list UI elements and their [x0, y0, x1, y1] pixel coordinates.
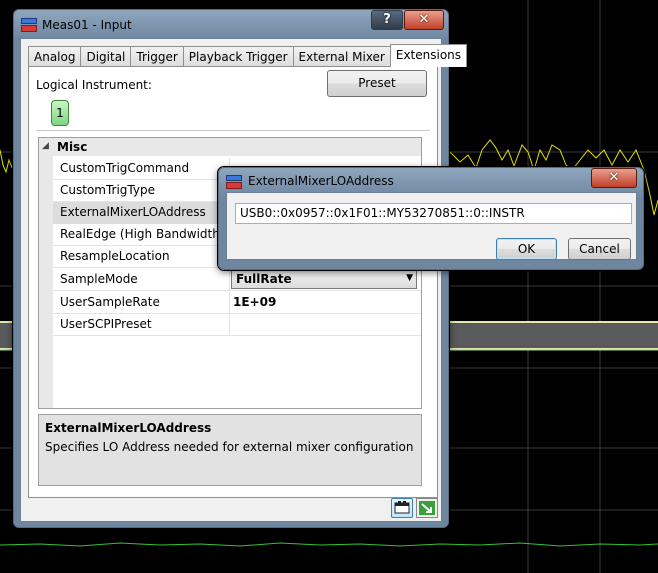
collapse-triangle-icon[interactable]: ◢	[42, 141, 49, 151]
logical-instrument-label: Logical Instrument:	[36, 78, 152, 92]
logical-instrument-badge[interactable]: 1	[51, 100, 69, 126]
samplemode-dropdown[interactable]: FullRate ▼	[231, 270, 417, 289]
popup-app-icon	[226, 175, 242, 189]
category-misc[interactable]: ◢ Misc	[39, 138, 421, 156]
tab-extensions[interactable]: Extensions	[389, 44, 468, 67]
tab-playback-trigger[interactable]: Playback Trigger	[182, 46, 294, 67]
tab-trigger[interactable]: Trigger	[130, 46, 184, 67]
property-row-samplemode[interactable]: SampleMode FullRate ▼	[53, 269, 421, 291]
separator	[36, 130, 430, 131]
popup-title: ExternalMixerLOAddress	[248, 174, 394, 188]
popup-client: USB0::0x0957::0x1F01::MY53270851::0::INS…	[226, 192, 637, 260]
ok-button[interactable]: OK	[496, 238, 557, 260]
property-row-userscpipreset[interactable]: UserSCPIPreset	[53, 314, 421, 336]
app-icon	[21, 18, 37, 32]
dropdown-arrow-icon: ▼	[406, 273, 413, 283]
export-arrow-icon	[419, 501, 435, 515]
tab-strip: Analog Digital Trigger Playback Trigger …	[28, 44, 468, 67]
property-pages-button[interactable]	[391, 498, 413, 518]
tab-analog[interactable]: Analog	[28, 46, 82, 67]
description-text: Specifies LO Address needed for external…	[45, 440, 414, 454]
lo-address-input[interactable]: USB0::0x0957::0x1F01::MY53270851::0::INS…	[235, 203, 632, 224]
property-row-usersamplerate[interactable]: UserSampleRate 1E+09	[53, 292, 421, 314]
title-bar[interactable]: Meas01 - Input ? ✕	[14, 10, 448, 40]
tab-external-mixer[interactable]: External Mixer	[292, 46, 391, 67]
grid-gutter	[39, 156, 53, 408]
export-button[interactable]	[416, 498, 438, 518]
popup-close-button[interactable]: ✕	[591, 168, 637, 188]
description-panel: ExternalMixerLOAddress Specifies LO Addr…	[38, 414, 422, 486]
description-title: ExternalMixerLOAddress	[45, 421, 212, 435]
window-title: Meas01 - Input	[42, 18, 132, 32]
folder-icon	[394, 501, 410, 514]
preset-button[interactable]: Preset	[327, 70, 427, 97]
help-button[interactable]: ?	[371, 10, 403, 30]
lo-address-dialog: ExternalMixerLOAddress ✕ USB0::0x0957::0…	[218, 167, 644, 270]
tab-digital[interactable]: Digital	[80, 46, 132, 67]
cancel-button[interactable]: Cancel	[568, 238, 631, 260]
close-button[interactable]: ✕	[404, 10, 444, 30]
